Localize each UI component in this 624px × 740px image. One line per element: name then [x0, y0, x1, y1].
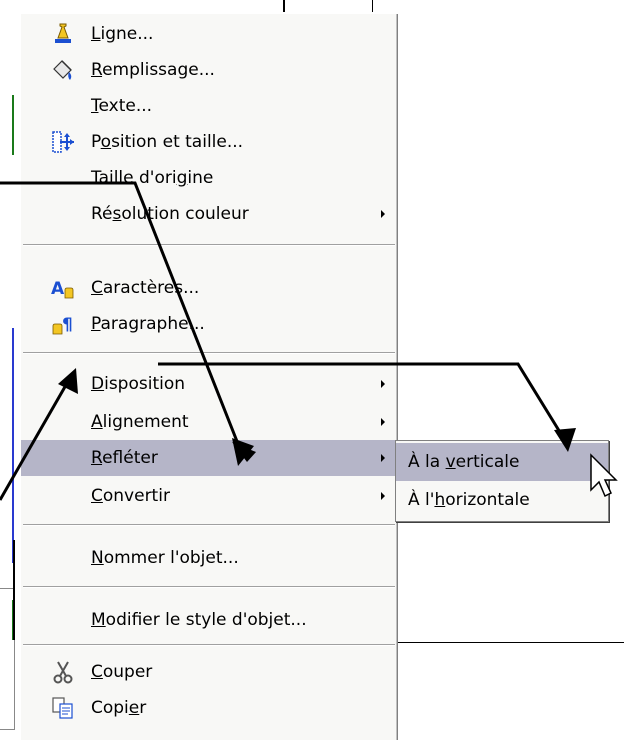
menu-item-copier[interactable]: Copier: [21, 690, 397, 726]
line-pen-icon: [51, 22, 75, 46]
svg-text:¶: ¶: [62, 315, 73, 335]
menu-item-texte[interactable]: Texte...: [21, 88, 397, 124]
menu-item-caracteres[interactable]: A Caractères...: [21, 270, 397, 306]
menu-item-couper[interactable]: Couper: [21, 654, 397, 690]
menu-item-modifier-style[interactable]: Modifier le style d'objet...: [21, 602, 397, 638]
submenu-arrow-icon: [381, 492, 385, 500]
menu-separator: [23, 524, 395, 526]
menu-separator: [23, 244, 395, 246]
menu-item-label: Convertir: [91, 486, 170, 506]
menu-item-position-taille[interactable]: Position et taille...: [21, 124, 397, 160]
menu-item-label: Refléter: [91, 448, 158, 468]
submenu-item-label: À l'horizontale: [408, 490, 530, 510]
menu-item-nommer-objet[interactable]: Nommer l'objet...: [21, 540, 397, 576]
menu-item-label: Taille d'origine: [91, 168, 214, 188]
menu-item-disposition[interactable]: Disposition: [21, 366, 397, 402]
scissors-icon: [51, 660, 75, 684]
menu-item-taille-origine[interactable]: Taille d'origine: [21, 160, 397, 196]
background-line: [395, 642, 624, 643]
menu-item-label: Nommer l'objet...: [91, 548, 239, 568]
context-menu: Ligne... Remplissage... Texte... Positio…: [20, 14, 398, 740]
menu-item-paragraphe[interactable]: ¶ Paragraphe...: [21, 306, 397, 342]
menu-separator: [23, 644, 395, 646]
menu-item-label: Alignement: [91, 412, 189, 432]
character-icon: A: [51, 276, 75, 300]
position-size-icon: [51, 130, 75, 154]
menu-item-label: Modifier le style d'objet...: [91, 610, 307, 630]
background-tick: [372, 0, 373, 12]
background-edge: [12, 95, 14, 155]
menu-item-label: Disposition: [91, 374, 186, 394]
submenu-item-label: À la verticale: [408, 452, 520, 472]
submenu-arrow-icon: [381, 454, 385, 462]
submenu-item-horizontale[interactable]: À l'horizontale: [396, 481, 608, 519]
menu-item-label: Texte...: [91, 96, 153, 116]
background-tick: [283, 0, 285, 12]
copy-icon: [51, 696, 75, 720]
menu-separator: [23, 586, 395, 588]
menu-separator: [23, 352, 395, 354]
paint-bucket-icon: [51, 58, 75, 82]
menu-item-label: Résolution couleur: [91, 204, 249, 224]
menu-item-label: Paragraphe...: [91, 314, 205, 334]
menu-item-label: Remplissage...: [91, 60, 215, 80]
paragraph-icon: ¶: [51, 312, 75, 336]
submenu-arrow-icon: [381, 380, 385, 388]
menu-item-refleter[interactable]: Refléter: [21, 440, 397, 476]
submenu-arrow-icon: [381, 210, 385, 218]
submenu-refleter: À la verticale À l'horizontale: [395, 440, 609, 522]
svg-text:A: A: [51, 279, 65, 299]
submenu-item-verticale[interactable]: À la verticale: [396, 443, 608, 481]
menu-item-convertir[interactable]: Convertir: [21, 478, 397, 514]
menu-item-resolution-couleur[interactable]: Résolution couleur: [21, 196, 397, 232]
menu-item-label: Caractères...: [91, 278, 200, 298]
menu-item-ligne[interactable]: Ligne...: [21, 16, 397, 52]
menu-item-alignement[interactable]: Alignement: [21, 404, 397, 440]
menu-item-remplissage[interactable]: Remplissage...: [21, 52, 397, 88]
background-edge: [12, 600, 14, 640]
submenu-arrow-icon: [381, 418, 385, 426]
menu-item-label: Ligne...: [91, 24, 154, 44]
background-edge: [12, 328, 14, 563]
menu-item-label: Copier: [91, 698, 147, 718]
menu-item-label: Position et taille...: [91, 132, 244, 152]
menu-item-label: Couper: [91, 662, 153, 682]
